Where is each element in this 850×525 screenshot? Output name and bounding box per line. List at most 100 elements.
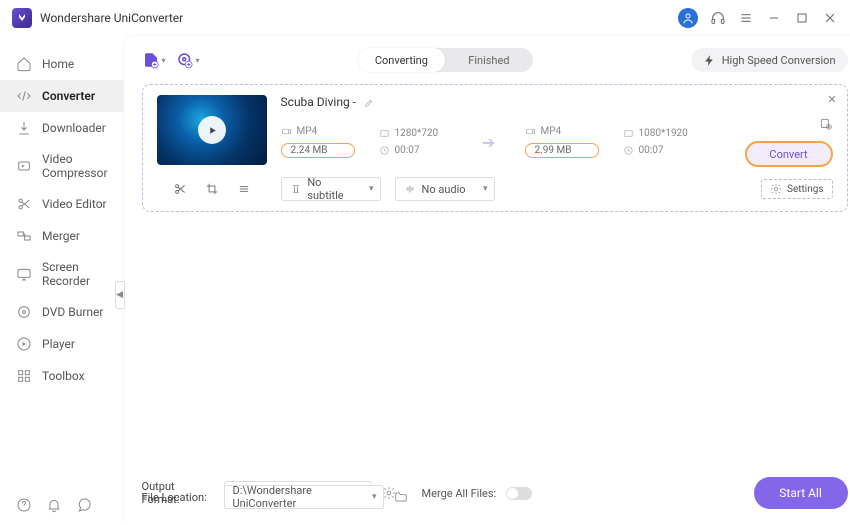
resolution-icon <box>623 128 634 139</box>
video-thumbnail[interactable] <box>157 95 267 165</box>
avatar[interactable] <box>678 8 698 28</box>
sidebar-item-label: Video Editor <box>42 197 107 211</box>
file-location-value: D:\Wondershare UniConverter <box>233 484 363 510</box>
target-format: MP4 <box>541 126 562 137</box>
tab-converting[interactable]: Converting <box>358 48 446 72</box>
merger-icon <box>16 228 32 244</box>
user-icon <box>680 10 696 26</box>
subtitle-value: No subtitle <box>307 176 359 202</box>
add-file-button[interactable]: ▾ <box>142 51 166 69</box>
add-url-button[interactable]: ▾ <box>176 51 200 69</box>
sidebar-item-toolbox[interactable]: Toolbox <box>0 360 124 392</box>
settings-button[interactable]: Settings <box>761 179 833 199</box>
source-col-2: 1280*720 00:07 <box>379 128 453 156</box>
source-size: 2.24 MB <box>281 143 355 158</box>
trim-icon[interactable] <box>173 182 187 196</box>
gear-icon <box>770 183 782 195</box>
sidebar-item-label: Player <box>42 337 75 351</box>
source-format: MP4 <box>297 126 318 137</box>
video-icon <box>525 126 536 137</box>
add-disc-icon <box>176 51 194 69</box>
download-icon <box>16 120 32 136</box>
video-icon <box>281 126 292 137</box>
audio-select[interactable]: No audio <box>395 177 495 201</box>
target-dur: 00:07 <box>639 145 664 156</box>
sidebar-item-label: Merger <box>42 229 80 243</box>
convert-button[interactable]: Convert <box>745 141 833 167</box>
minimize-icon[interactable] <box>766 10 782 26</box>
folder-icon[interactable] <box>394 490 408 504</box>
source-dur: 00:07 <box>395 145 420 156</box>
home-icon <box>16 56 32 72</box>
output-settings-icon[interactable] <box>819 117 833 131</box>
high-speed-toggle[interactable]: High Speed Conversion <box>691 48 848 72</box>
headset-icon[interactable] <box>710 10 726 26</box>
sidebar-item-editor[interactable]: Video Editor <box>0 188 124 220</box>
source-res: 1280*720 <box>395 128 439 139</box>
menu-icon[interactable] <box>738 10 754 26</box>
maximize-icon[interactable] <box>794 10 810 26</box>
sidebar-collapse[interactable]: ◀ <box>115 281 125 309</box>
play-icon <box>16 336 32 352</box>
file-title-row: Scuba Diving - <box>281 95 833 109</box>
add-file-icon <box>142 51 160 69</box>
chat-icon[interactable] <box>76 497 92 513</box>
sidebar-item-label: Converter <box>42 89 95 103</box>
file-title: Scuba Diving - <box>281 95 356 109</box>
sidebar-item-label: Home <box>42 57 74 71</box>
sidebar-item-player[interactable]: Player <box>0 328 124 360</box>
clock-icon <box>623 145 634 156</box>
sidebar-item-converter[interactable]: Converter <box>0 80 124 112</box>
play-button[interactable] <box>198 116 226 144</box>
target-col-1: MP4 2.99 MB <box>525 126 599 158</box>
compressor-icon <box>16 158 32 174</box>
sidebar-item-dvdburner[interactable]: DVD Burner <box>0 296 124 328</box>
card-actions: Convert <box>745 117 833 167</box>
tabset: Converting Finished <box>358 48 533 72</box>
subtitle-icon <box>290 183 302 195</box>
titlebar-controls <box>678 8 838 28</box>
file-location-label: File Location: <box>142 491 214 504</box>
speed-label: High Speed Conversion <box>722 54 836 67</box>
content: ▾ ▾ Converting Finished High Speed Conve… <box>124 36 850 525</box>
target-size: 2.99 MB <box>525 143 599 158</box>
audio-value: No audio <box>422 183 466 196</box>
subtitle-select[interactable]: No subtitle <box>281 177 381 201</box>
audio-icon <box>404 183 416 195</box>
start-all-button[interactable]: Start All <box>754 477 848 509</box>
chevron-down-icon: ▾ <box>196 56 200 65</box>
app-logo <box>12 8 32 28</box>
target-col-2: 1080*1920 00:07 <box>623 128 697 156</box>
sidebar-item-label: Downloader <box>42 121 106 135</box>
play-icon <box>207 125 218 136</box>
merge-toggle[interactable] <box>506 487 532 500</box>
screen-recorder-icon <box>16 266 32 282</box>
sidebar-item-compressor[interactable]: Video Compressor <box>0 144 124 188</box>
sidebar-item-label: Screen Recorder <box>42 260 108 288</box>
tab-finished[interactable]: Finished <box>445 48 533 72</box>
sidebar-item-downloader[interactable]: Downloader <box>0 112 124 144</box>
target-res: 1080*1920 <box>639 128 688 139</box>
crop-icon[interactable] <box>205 182 219 196</box>
sidebar-item-label: Toolbox <box>42 369 85 383</box>
card-close[interactable]: ✕ <box>827 93 836 106</box>
clock-icon <box>379 145 390 156</box>
settings-label: Settings <box>787 184 824 195</box>
card-body: Scuba Diving - MP4 2.24 MB 1280*720 00:0… <box>281 95 833 167</box>
file-location-select[interactable]: D:\Wondershare UniConverter <box>224 485 384 509</box>
close-icon[interactable] <box>822 10 838 26</box>
bolt-icon <box>703 54 716 67</box>
sidebar-item-home[interactable]: Home <box>0 48 124 80</box>
scissors-icon <box>16 196 32 212</box>
app-title: Wondershare UniConverter <box>40 11 678 25</box>
main: Home Converter Downloader Video Compress… <box>0 36 850 525</box>
edit-icon[interactable] <box>364 97 375 108</box>
more-icon[interactable] <box>237 182 251 196</box>
footer: Output Format: Instagram HD 108... Merge… <box>142 467 848 515</box>
sidebar-item-merger[interactable]: Merger <box>0 220 124 252</box>
resolution-icon <box>379 128 390 139</box>
bell-icon[interactable] <box>46 497 62 513</box>
sidebar-item-screenrecorder[interactable]: Screen Recorder <box>0 252 124 296</box>
help-icon[interactable] <box>16 497 32 513</box>
titlebar: Wondershare UniConverter <box>0 0 850 36</box>
